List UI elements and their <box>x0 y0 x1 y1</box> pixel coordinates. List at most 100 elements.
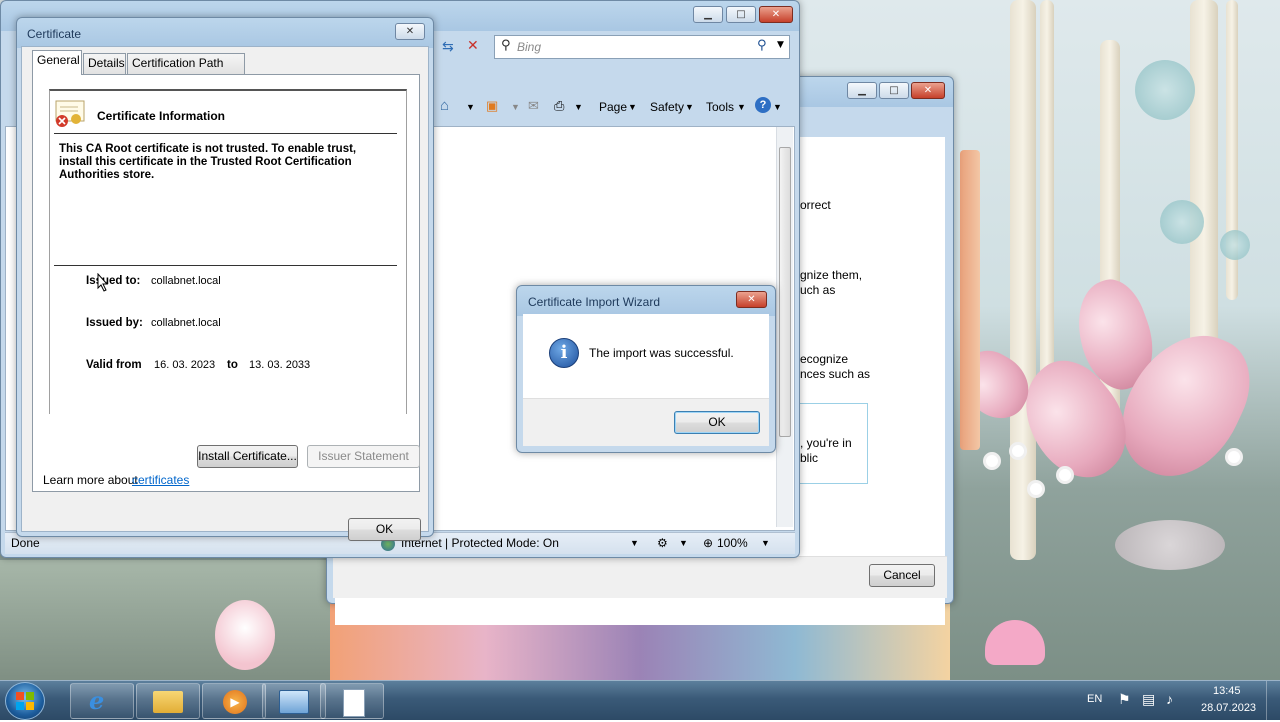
search-box[interactable]: ⚲ Bing ⚲ ▼ <box>494 35 790 59</box>
network-icon[interactable]: ▤ <box>1142 691 1155 708</box>
zoom-level[interactable]: 100% <box>717 536 748 550</box>
ok-button[interactable]: OK <box>348 518 421 541</box>
page-menu[interactable]: Page <box>599 100 627 114</box>
chevron-down-icon[interactable]: ▼ <box>511 102 520 112</box>
security-zone: Internet | Protected Mode: On <box>401 536 559 550</box>
clock-date[interactable]: 28.07.2023 <box>1201 702 1256 714</box>
information-icon: i <box>549 338 579 368</box>
chevron-down-icon[interactable]: ▼ <box>737 102 746 112</box>
refresh-icon[interactable]: ⇆ <box>442 39 454 55</box>
issued-by-value: collabnet.local <box>151 317 221 329</box>
dialog-body: i The import was successful. OK <box>523 314 769 446</box>
wizard-text-fragment: ecognize <box>800 352 849 366</box>
maximize-button[interactable]: □ <box>879 82 909 99</box>
zoom-icon: ⊕ <box>703 536 714 550</box>
wizard-footer <box>333 556 947 598</box>
command-bar: ⌂ ▼ ▣ ▼ ✉ ⎙ ▼ Page ▼ Safety ▼ Tools ▼ ? … <box>434 94 794 122</box>
clock-time[interactable]: 13:45 <box>1213 685 1241 697</box>
maximize-button[interactable]: □ <box>726 6 756 23</box>
document-icon <box>343 689 365 717</box>
install-certificate-button[interactable]: Install Certificate... <box>197 445 298 468</box>
wizard-text-fragment: , you're in <box>800 436 852 450</box>
certificates-link[interactable]: certificates <box>132 473 189 487</box>
status-text: Done <box>11 536 40 550</box>
wizard-text-fragment: orrect <box>800 198 831 212</box>
taskbar-media-player-button[interactable]: ▶ <box>202 683 266 719</box>
vertical-scrollbar[interactable] <box>776 127 793 527</box>
stop-icon[interactable]: ✕ <box>467 38 479 54</box>
taskbar-document-button[interactable] <box>320 683 384 719</box>
taskbar-ie-button[interactable]: e <box>70 683 134 719</box>
safety-menu[interactable]: Safety <box>650 100 684 114</box>
certificate-info-heading: Certificate Information <box>97 109 226 123</box>
chevron-down-icon[interactable]: ▼ <box>777 40 784 50</box>
media-player-icon: ▶ <box>223 690 247 714</box>
mouse-cursor-icon <box>97 273 109 292</box>
print-icon[interactable]: ⎙ <box>554 98 564 114</box>
certificate-error-icon <box>55 100 85 127</box>
ok-button[interactable]: OK <box>674 411 760 434</box>
learn-more-text: Learn more about <box>43 473 138 487</box>
chevron-down-icon[interactable]: ▼ <box>630 538 639 548</box>
valid-from-label: Valid from <box>86 359 142 371</box>
show-desktop-button[interactable] <box>1266 681 1280 721</box>
feeds-icon[interactable]: ▣ <box>486 98 498 114</box>
import-wizard-dialog: Certificate Import Wizard ✕ i The import… <box>516 285 776 453</box>
tools-menu[interactable]: Tools <box>706 100 734 114</box>
certificate-dialog: Certificate ✕ General Details Certificat… <box>16 17 434 541</box>
chevron-down-icon[interactable]: ▼ <box>574 102 583 112</box>
issued-by-label: Issued by: <box>86 317 143 329</box>
wizard-text-fragment: blic <box>800 451 819 465</box>
divider <box>54 265 397 266</box>
control-panel-icon <box>279 690 309 714</box>
add-ons-icon[interactable]: ⚙ <box>657 536 668 550</box>
issued-to-label: Issued to: <box>86 275 141 287</box>
issued-to-value: collabnet.local <box>151 275 221 287</box>
divider <box>54 133 397 134</box>
chevron-down-icon[interactable]: ▼ <box>628 102 637 112</box>
chevron-down-icon[interactable]: ▼ <box>679 538 688 548</box>
windows-logo-icon <box>16 692 34 710</box>
volume-muted-icon[interactable]: ♪ <box>1166 691 1173 707</box>
dialog-title: Certificate Import Wizard <box>528 295 661 309</box>
mail-icon[interactable]: ✉ <box>528 98 539 114</box>
minimize-button[interactable]: ▁ <box>693 6 723 23</box>
dialog-footer: OK <box>523 398 769 446</box>
taskbar-explorer-button[interactable] <box>136 683 200 719</box>
wizard-text-fragment: gnize them, <box>800 268 863 282</box>
tab-certification-path[interactable]: Certification Path <box>127 53 245 74</box>
cancel-button[interactable]: Cancel <box>869 564 935 587</box>
action-center-flag-icon[interactable]: ⚑ <box>1118 691 1131 708</box>
issuer-statement-button: Issuer Statement <box>307 445 420 468</box>
chevron-down-icon[interactable]: ▼ <box>685 102 694 112</box>
minimize-button[interactable]: ▁ <box>847 82 877 99</box>
search-go-icon[interactable]: ⚲ <box>757 38 767 53</box>
home-icon[interactable]: ⌂ <box>440 97 449 114</box>
close-button[interactable]: ✕ <box>759 6 793 23</box>
dialog-title: Certificate <box>27 27 82 41</box>
language-indicator[interactable]: EN <box>1087 693 1102 705</box>
valid-to-label: to <box>227 359 238 371</box>
close-button[interactable]: ✕ <box>395 23 425 40</box>
search-placeholder: Bing <box>517 40 542 54</box>
close-button[interactable]: ✕ <box>736 291 767 308</box>
wizard-text-fragment: nces such as <box>800 367 871 381</box>
valid-from-value: 16. 03. 2023 <box>154 359 216 371</box>
valid-to-value: 13. 03. 2033 <box>249 359 311 371</box>
internet-explorer-icon: e <box>89 686 105 715</box>
chevron-down-icon[interactable]: ▼ <box>773 102 782 112</box>
scrollbar-thumb[interactable] <box>779 147 791 437</box>
taskbar: e ▶ EN ⚑ ▤ ♪ 13:45 28.07.2023 <box>0 680 1280 721</box>
chevron-down-icon[interactable]: ▼ <box>761 538 770 548</box>
chevron-down-icon[interactable]: ▼ <box>466 102 475 112</box>
search-icon: ⚲ <box>501 38 511 53</box>
folder-icon <box>153 691 183 713</box>
close-button[interactable]: ✕ <box>911 82 945 99</box>
tab-details[interactable]: Details <box>83 53 126 74</box>
help-icon[interactable]: ? <box>755 97 771 113</box>
start-button[interactable] <box>5 682 45 720</box>
tab-general[interactable]: General <box>32 50 82 75</box>
taskbar-control-panel-button[interactable] <box>262 683 326 719</box>
trust-warning-line: install this certificate in the Trusted … <box>59 156 352 168</box>
wizard-text-fragment: uch as <box>800 283 836 297</box>
